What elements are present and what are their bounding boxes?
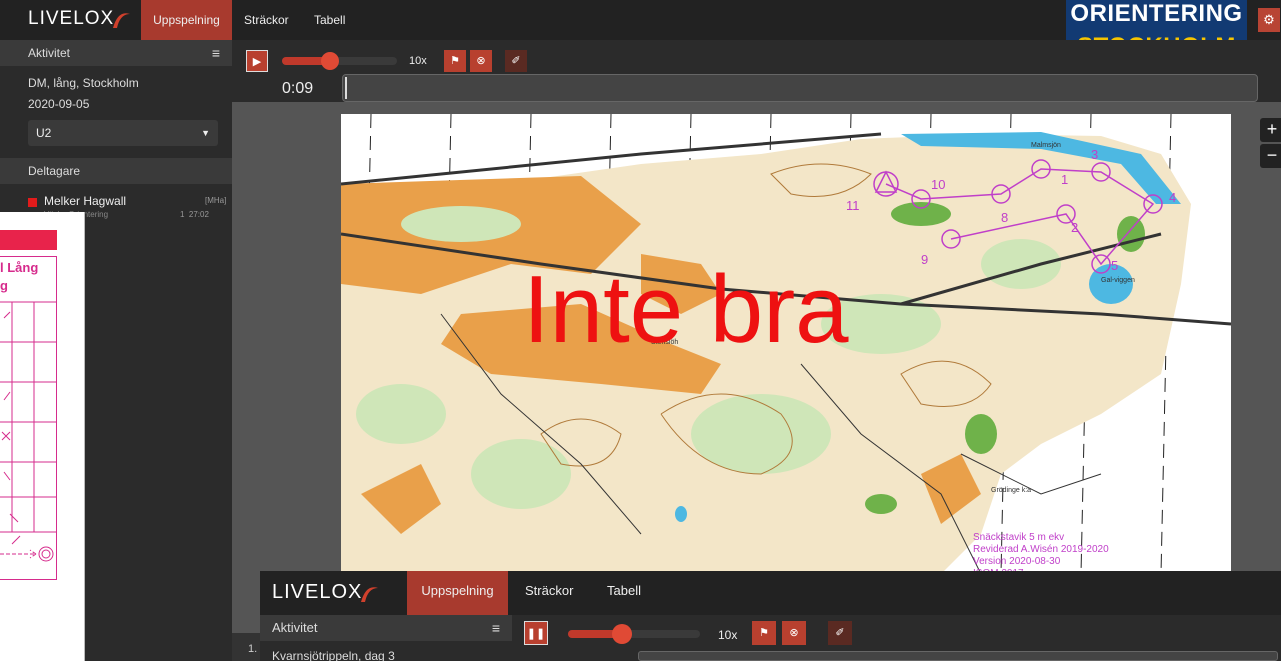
caret-down-icon: ▼ xyxy=(201,128,210,138)
second-sidebar: Aktivitet ≡ Kvarnsjötrippeln, dag 3 xyxy=(260,615,512,661)
cancel-button[interactable]: ⊗ xyxy=(470,50,492,72)
second-cancel-button[interactable]: ⊗ xyxy=(782,621,806,645)
second-route-button[interactable]: ✐ xyxy=(828,621,852,645)
route-icon: ✐ xyxy=(511,55,521,67)
second-tab-uppspelning[interactable]: Uppspelning xyxy=(407,571,508,615)
map-credit-1: Snäckstavik 5 m ekv xyxy=(973,532,1064,543)
svg-text:1: 1 xyxy=(1061,172,1068,187)
map-credit-2: Reviderad A.Wisén 2019-2020 xyxy=(973,544,1109,555)
activity-header-label: Aktivitet xyxy=(28,46,71,60)
svg-text:4: 4 xyxy=(1169,190,1176,205)
card-header-band xyxy=(0,230,57,250)
second-hamburger-icon[interactable]: ≡ xyxy=(492,615,500,641)
livelox-logo[interactable]: LIVELOX xyxy=(28,8,132,30)
club-logo-line1: ORIENTERING xyxy=(1070,0,1243,27)
cancel-circle-icon: ⊗ xyxy=(789,627,799,639)
event-date: 2020-09-05 xyxy=(28,97,90,111)
activity-header: Aktivitet ≡ xyxy=(0,40,232,66)
svg-text:9: 9 xyxy=(921,252,928,267)
second-tab-strackor[interactable]: Sträckor xyxy=(525,571,573,611)
hamburger-icon[interactable]: ≡ xyxy=(212,40,220,66)
participant-place: 1 xyxy=(180,210,185,219)
pause-button[interactable]: ❚❚ xyxy=(524,621,548,645)
participant-color-swatch[interactable] xyxy=(28,198,37,207)
route-button[interactable]: ✐ xyxy=(505,50,527,72)
zoom-out-button[interactable]: − xyxy=(1260,144,1281,168)
card-title: l Lång xyxy=(0,260,39,275)
play-button[interactable]: ▶ xyxy=(246,50,268,72)
second-activity-label: Aktivitet xyxy=(272,620,318,635)
svg-text:3: 3 xyxy=(1091,147,1098,162)
map-credit-3: Version 2020-08-30 xyxy=(973,556,1061,567)
secondary-list-number: 1. xyxy=(232,633,260,661)
second-livelox-window: LIVELOX Uppspelning Sträckor Tabell Akti… xyxy=(260,571,1281,661)
second-livelox-logo[interactable]: LIVELOX xyxy=(272,581,380,604)
map-label-galviggen: Gal-viggen xyxy=(1101,277,1135,284)
second-speed-slider-handle[interactable] xyxy=(612,624,632,644)
tab-tabell[interactable]: Tabell xyxy=(314,0,345,40)
card-grid xyxy=(0,301,57,562)
logo-text: LIVELOX xyxy=(28,8,115,29)
second-timeline-scrubber[interactable] xyxy=(638,651,1278,661)
logo-swoosh-icon xyxy=(113,13,131,28)
control-description-card: l Lång g xyxy=(0,212,85,661)
svg-text:10: 10 xyxy=(931,177,945,192)
timeline-cursor[interactable] xyxy=(345,77,347,99)
participant-name[interactable]: Melker Hagwall xyxy=(44,194,126,208)
second-activity-header: Aktivitet ≡ xyxy=(260,615,512,641)
second-speed-label: 10x xyxy=(718,628,738,642)
timeline-scrubber[interactable] xyxy=(342,74,1258,102)
class-select-value: U2 xyxy=(36,126,52,140)
tab-uppspelning[interactable]: Uppspelning xyxy=(141,0,232,40)
settings-button[interactable]: ⚙ xyxy=(1258,8,1280,32)
second-logo-text: LIVELOX xyxy=(272,581,363,603)
tab-strackor[interactable]: Sträckor xyxy=(244,0,289,40)
second-playback-controls: ❚❚ 10x ⚑ ⊗ ✐ xyxy=(512,615,1281,661)
playback-controls: ▶ 10x ⚑ ⊗ ✐ 0:09 xyxy=(232,40,1281,102)
route-icon: ✐ xyxy=(835,627,845,639)
second-flag-button[interactable]: ⚑ xyxy=(752,621,776,645)
participant-time: 27:02 xyxy=(188,210,209,219)
pause-icon: ❚❚ xyxy=(526,628,546,640)
speed-label: 10x xyxy=(409,55,427,67)
playback-time: 0:09 xyxy=(282,80,314,97)
svg-text:2: 2 xyxy=(1071,220,1078,235)
svg-text:8: 8 xyxy=(1001,210,1008,225)
map-label-malmsjon: Malmsjön xyxy=(1031,142,1061,149)
overlay-annotation: Inte bra xyxy=(523,256,849,363)
svg-text:11: 11 xyxy=(846,198,860,213)
participant-initials: [MHa] xyxy=(205,196,227,205)
zoom-in-button[interactable]: + xyxy=(1260,118,1281,142)
participants-header-label: Deltagare xyxy=(28,164,81,178)
class-select[interactable]: U2 ▼ xyxy=(28,120,218,146)
card-subtitle: g xyxy=(0,278,8,293)
second-navbar: LIVELOX Uppspelning Sträckor Tabell xyxy=(260,571,1281,615)
cancel-circle-icon: ⊗ xyxy=(476,55,486,67)
map-label-grodinge: Grödinge k:a xyxy=(991,487,1031,494)
second-tab-tabell[interactable]: Tabell xyxy=(607,571,641,611)
event-name: DM, lång, Stockholm xyxy=(28,76,139,90)
gear-icon: ⚙ xyxy=(1263,12,1275,27)
second-event-name: Kvarnsjötrippeln, dag 3 xyxy=(272,649,395,661)
flag-icon: ⚑ xyxy=(450,55,460,67)
svg-text:5: 5 xyxy=(1111,258,1118,273)
play-icon: ▶ xyxy=(252,56,262,68)
participants-header: Deltagare xyxy=(0,158,232,184)
flag-button[interactable]: ⚑ xyxy=(444,50,466,72)
second-logo-swoosh-icon xyxy=(361,586,379,602)
flag-icon: ⚑ xyxy=(759,627,769,639)
participant-result: 1 27:02 xyxy=(180,210,209,219)
speed-slider-handle[interactable] xyxy=(321,52,339,70)
